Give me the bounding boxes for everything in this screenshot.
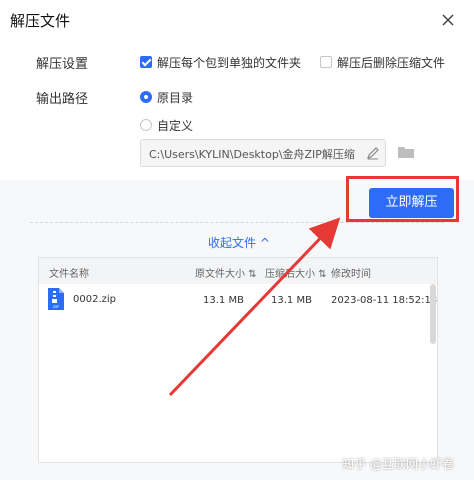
sort-icon: ⇅ (248, 269, 257, 280)
file-original-size: 13.1 MB (203, 295, 244, 306)
highlight-box (346, 176, 459, 222)
original-size-header-label: 原文件大小 (195, 269, 245, 280)
column-header-modified: 修改时间 (331, 269, 371, 280)
output-path-label: 输出路径 (36, 92, 89, 107)
each-folder-checkbox[interactable] (140, 56, 152, 68)
custom-dir-radio[interactable] (140, 119, 152, 131)
file-modified-time: 2023-08-11 18:52:13 (331, 295, 438, 306)
watermark: 知乎 @互联网小虾卷 (342, 457, 454, 471)
each-folder-label[interactable]: 解压每个包到单独的文件夹 (157, 54, 301, 71)
section-divider (30, 222, 444, 223)
compressed-size-header-label: 压缩后大小 (265, 269, 315, 280)
collapse-files-link[interactable]: 收起文件 ^ (208, 234, 270, 251)
column-header-original-size[interactable]: 原文件大小 ⇅ (195, 265, 257, 280)
extract-settings-label: 解压设置 (36, 57, 89, 72)
extract-dialog: 解压文件 解压设置 解压每个包到单独的文件夹 解压后删除压缩文件 输出路径 原目… (0, 0, 474, 480)
zip-file-icon: ZIP (47, 287, 65, 311)
svg-text:ZIP: ZIP (53, 304, 60, 309)
column-header-name: 文件名称 (49, 269, 89, 280)
output-path-input[interactable]: C:\Users\KYLIN\Desktop\金舟ZIP解压缩 (140, 139, 386, 167)
delete-after-label[interactable]: 解压后删除压缩文件 (337, 54, 445, 71)
title-bar: 解压文件 (0, 0, 474, 40)
original-dir-label[interactable]: 原目录 (157, 89, 193, 106)
custom-dir-label[interactable]: 自定义 (157, 117, 193, 134)
file-compressed-size: 13.1 MB (271, 295, 312, 306)
original-dir-radio[interactable] (140, 91, 152, 103)
table-header: 文件名称 原文件大小 ⇅ 压缩后大小 ⇅ 修改时间 (39, 258, 437, 284)
table-scrollbar[interactable] (430, 284, 436, 344)
sort-icon: ⇅ (318, 269, 327, 280)
folder-icon[interactable] (397, 144, 415, 160)
pencil-icon[interactable] (365, 145, 381, 161)
dialog-title: 解压文件 (10, 12, 71, 30)
close-icon[interactable] (438, 10, 458, 30)
column-header-compressed-size[interactable]: 压缩后大小 ⇅ (265, 265, 327, 280)
output-path-value: C:\Users\KYLIN\Desktop\金舟ZIP解压缩 (149, 148, 355, 161)
file-name: 0002.zip (73, 294, 117, 305)
file-table: 文件名称 原文件大小 ⇅ 压缩后大小 ⇅ 修改时间 ZIP 0002.zip 1… (38, 257, 438, 463)
delete-after-checkbox[interactable] (320, 56, 332, 68)
